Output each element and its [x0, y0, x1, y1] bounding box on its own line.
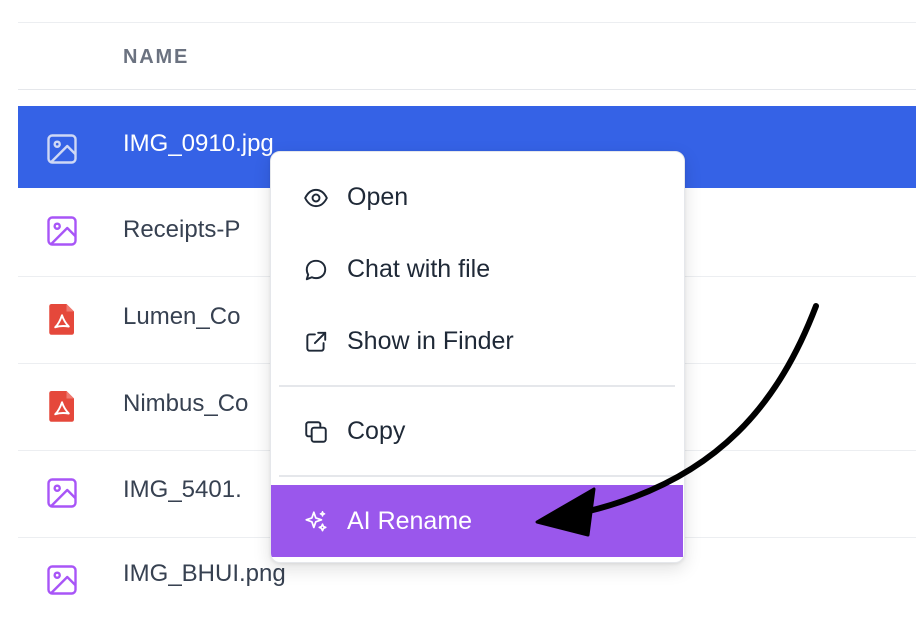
menu-item-show-in-finder[interactable]: Show in Finder [271, 305, 684, 377]
chat-bubble-icon [305, 259, 327, 281]
eye-icon [304, 188, 328, 208]
menu-item-chat-with-file[interactable]: Chat with file [271, 233, 684, 305]
menu-divider [279, 385, 675, 387]
file-name: IMG_5401. [123, 476, 242, 503]
file-name: Lumen_Co [123, 303, 241, 330]
menu-item-open[interactable]: Open [271, 161, 684, 233]
image-icon [47, 134, 77, 164]
file-name: Receipts-P [123, 216, 241, 243]
menu-divider [279, 475, 675, 477]
menu-item-copy[interactable]: Copy [271, 395, 684, 467]
name-column-header[interactable]: NAME [123, 46, 189, 69]
pdf-icon [49, 391, 74, 422]
menu-item-label: Open [347, 183, 409, 211]
menu-item-label: AI Rename [347, 507, 473, 535]
menu-item-ai-rename[interactable]: AI Rename [271, 485, 683, 557]
menu-item-label: Copy [347, 417, 406, 445]
image-icon [47, 565, 77, 595]
menu-item-label: Show in Finder [347, 327, 514, 355]
file-name: Nimbus_Co [123, 390, 249, 417]
context-menu: Open Chat with file Show in Finder Copy … [270, 151, 685, 563]
table-top-border [18, 0, 916, 23]
external-link-icon [306, 331, 327, 352]
menu-item-label: Chat with file [347, 255, 491, 283]
table-header: NAME [18, 22, 916, 90]
image-icon [47, 216, 77, 246]
image-icon [47, 478, 77, 508]
copy-icon [305, 421, 327, 443]
sparkles-icon [305, 511, 327, 532]
pdf-icon [49, 304, 74, 335]
file-name: IMG_BHUI.png [123, 560, 286, 587]
file-name: IMG_0910.jpg [123, 130, 274, 157]
